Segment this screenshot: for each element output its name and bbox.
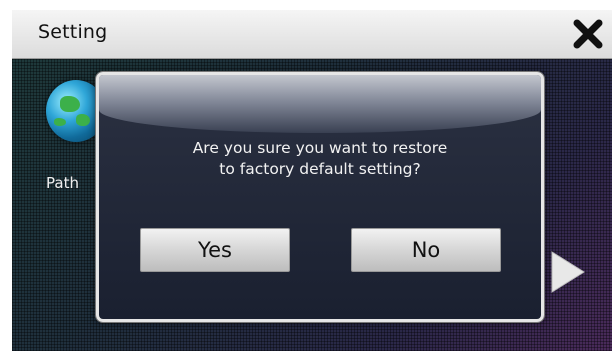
next-page-button[interactable] — [548, 250, 588, 294]
close-button[interactable] — [570, 16, 606, 52]
title-bar: Setting — [12, 10, 612, 59]
dialog-header-gloss — [99, 75, 541, 133]
no-button[interactable]: No — [351, 228, 501, 272]
device-screen: Setting Path Are you sure you want to re… — [12, 10, 612, 351]
dialog-message: Are you sure you want to restore to fact… — [119, 138, 521, 180]
page-title: Setting — [38, 21, 108, 43]
dialog-message-line2: to factory default setting? — [219, 160, 421, 178]
close-x-icon — [573, 19, 603, 49]
app-label-path[interactable]: Path — [46, 174, 79, 192]
dialog-message-line1: Are you sure you want to restore — [192, 139, 448, 157]
play-arrow-right-icon — [551, 251, 585, 293]
confirm-dialog: Are you sure you want to restore to fact… — [96, 72, 544, 322]
yes-button[interactable]: Yes — [140, 228, 290, 272]
